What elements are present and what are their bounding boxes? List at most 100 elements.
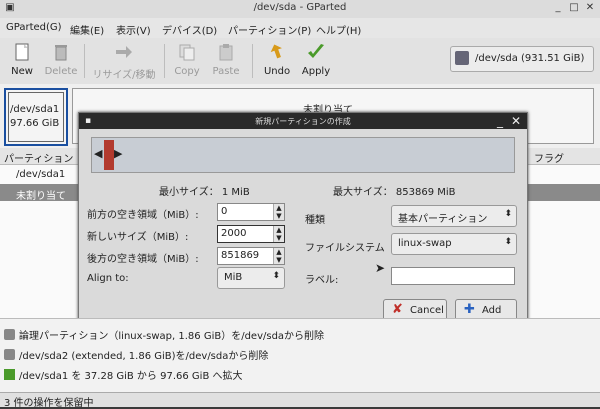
menu-partition[interactable]: パーティション(P) [228, 22, 311, 37]
operation-item[interactable]: /dev/sda2 (extended, 1.86 GiB)を/dev/sdaか… [4, 347, 268, 362]
new-icon [15, 43, 29, 61]
filesystem-value: linux-swap [398, 238, 452, 249]
undo-button[interactable]: Undo [262, 42, 292, 77]
free-after-value: 851869 [221, 250, 260, 261]
partition-label-label: ラベル: [305, 275, 339, 286]
dialog-close-icon[interactable]: ✕ [511, 114, 521, 128]
free-after-label: 後方の空き領域（MiB）: [87, 254, 199, 265]
checkmark-icon [308, 44, 324, 58]
trash-icon [55, 45, 67, 61]
window-titlebar: ▣ /dev/sda - GParted _ □ ✕ [0, 0, 600, 19]
menu-device[interactable]: デバイス(D) [162, 22, 217, 37]
undo-label: Undo [263, 66, 291, 77]
resize-move-label: リサイズ/移動 [92, 70, 156, 81]
filesystem-select[interactable]: linux-swap ⬍ [391, 233, 517, 255]
row-partition-name: /dev/sda1 [16, 169, 66, 180]
menu-edit[interactable]: 編集(E) [70, 22, 104, 37]
menu-view[interactable]: 表示(V) [116, 22, 151, 37]
free-before-input[interactable]: 0 ▲ ▼ [217, 203, 285, 221]
pending-operations: 論理パーティション（linux-swap, 1.86 GiB）を/dev/sda… [0, 318, 600, 393]
graph-partition-name: /dev/sda1 [10, 104, 60, 115]
toolbar-separator [84, 44, 85, 78]
operation-text: /dev/sda1 を 37.28 GiB から 97.66 GiB へ拡大 [19, 371, 243, 382]
max-size-label: 最大サイズ： 853869 MiB [333, 187, 456, 198]
status-bar: 3 件の操作を保留中 [0, 392, 600, 409]
partition-type-value: 基本パーティション [398, 214, 488, 225]
new-partition-block[interactable] [104, 140, 114, 170]
create-partition-dialog: ▪ 新規パーティションの作成 _ ✕ ◀ ▶ 最小サイズ： 1 MiB 最大サイ… [78, 112, 528, 330]
dialog-title: 新規パーティションの作成 [255, 117, 351, 126]
left-handle-icon[interactable]: ◀ [94, 147, 102, 160]
partition-type-select[interactable]: 基本パーティション ⬍ [391, 205, 517, 227]
copy-button[interactable]: Copy [172, 42, 202, 77]
close-icon[interactable]: ✕ [584, 2, 596, 14]
new-label: New [11, 66, 33, 77]
updown-icon: ⬍ [504, 237, 512, 247]
min-size-label: 最小サイズ： 1 MiB [159, 187, 250, 198]
new-size-value: 2000 [221, 228, 247, 239]
resize-operation-icon [4, 369, 15, 380]
row-partition-name: 未割り当て [16, 191, 66, 202]
menu-help[interactable]: ヘルプ(H) [316, 22, 361, 37]
menu-gparted[interactable]: GParted(G) [6, 22, 62, 33]
copy-icon [179, 44, 195, 61]
graph-partition-inner [8, 92, 64, 142]
delete-label: Delete [44, 66, 78, 77]
maximize-icon[interactable]: □ [568, 2, 580, 14]
paste-icon [219, 44, 233, 61]
toolbar-separator [252, 44, 253, 78]
copy-label: Copy [174, 66, 200, 77]
spin-arrows-icon[interactable]: ▲ ▼ [273, 226, 284, 242]
filesystem-label: ファイルシステム [305, 243, 385, 254]
spin-arrows-icon[interactable]: ▲ ▼ [273, 204, 284, 220]
menubar: GParted(G) 編集(E) 表示(V) デバイス(D) パーティション(P… [0, 18, 600, 39]
align-label: Align to: [87, 273, 129, 284]
resize-move-button[interactable]: リサイズ/移動 [92, 42, 156, 81]
align-select[interactable]: MiB ⬍ [217, 267, 285, 289]
free-before-label: 前方の空き領域（MiB）: [87, 210, 199, 221]
device-selector[interactable]: /dev/sda (931.51 GiB) [450, 46, 594, 72]
updown-icon: ⬍ [504, 209, 512, 219]
graph-partition-size: 97.66 GiB [10, 118, 60, 129]
free-before-value: 0 [221, 206, 228, 217]
mouse-pointer-icon: ➤ [375, 261, 386, 275]
delete-operation-icon [4, 349, 15, 360]
minimize-icon[interactable]: _ [552, 2, 564, 14]
updown-icon: ⬍ [272, 271, 280, 281]
window-title: /dev/sda - GParted [253, 2, 347, 13]
resize-arrow-icon [116, 46, 132, 58]
new-size-input[interactable]: 2000 ▲ ▼ [217, 225, 285, 243]
type-label: 種類 [305, 215, 325, 226]
delete-operation-icon [4, 329, 15, 340]
operation-item[interactable]: /dev/sda1 を 37.28 GiB から 97.66 GiB へ拡大 [4, 367, 243, 382]
column-flags[interactable]: フラグ [534, 150, 564, 165]
column-partition[interactable]: パーティション [4, 150, 73, 165]
partition-size-bar[interactable]: ◀ ▶ [91, 137, 515, 173]
free-after-input[interactable]: 851869 ▲ ▼ [217, 247, 285, 265]
toolbar-separator [164, 44, 165, 78]
cancel-label: Cancel [410, 305, 444, 316]
device-selector-label: /dev/sda (931.51 GiB) [475, 53, 585, 64]
dialog-titlebar: ▪ 新規パーティションの作成 _ ✕ [79, 113, 527, 129]
paste-label: Paste [212, 66, 240, 77]
operation-text: 論理パーティション（linux-swap, 1.86 GiB）を/dev/sda… [19, 331, 325, 342]
apply-button[interactable]: Apply [300, 42, 332, 77]
add-label: Add [482, 305, 502, 316]
spin-arrows-icon[interactable]: ▲ ▼ [273, 248, 284, 264]
status-text: 3 件の操作を保留中 [4, 398, 94, 409]
graph-partition-sda1[interactable]: /dev/sda1 97.66 GiB [4, 88, 68, 146]
new-size-label: 新しいサイズ（MiB）: [87, 232, 189, 243]
paste-button[interactable]: Paste [210, 42, 242, 77]
right-handle-icon[interactable]: ▶ [114, 147, 122, 160]
partition-label-input[interactable] [391, 267, 515, 285]
operation-item[interactable]: 論理パーティション（linux-swap, 1.86 GiB）を/dev/sda… [4, 327, 324, 342]
cancel-x-icon: ✘ [392, 302, 403, 317]
apply-label: Apply [301, 66, 331, 77]
new-button[interactable]: New [8, 42, 36, 77]
plus-icon: ✚ [464, 302, 475, 317]
undo-icon [270, 44, 282, 59]
hard-disk-icon [455, 51, 469, 65]
delete-button[interactable]: Delete [44, 42, 78, 77]
operation-text: /dev/sda2 (extended, 1.86 GiB)を/dev/sdaか… [19, 351, 269, 362]
dialog-minimize-icon[interactable]: _ [497, 114, 503, 128]
